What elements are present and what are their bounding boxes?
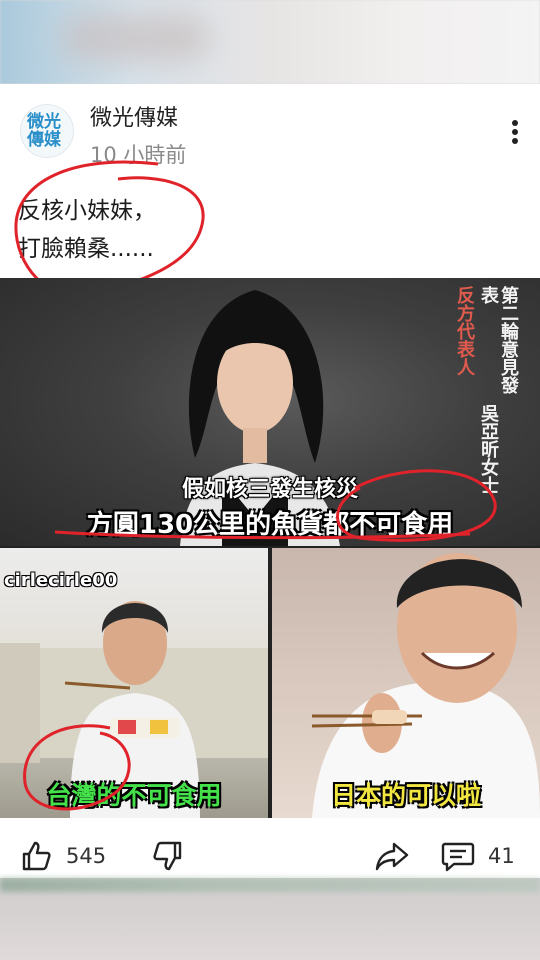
round-label: 第二輪意見發表 bbox=[478, 286, 519, 394]
post-text: 反核小妹妹， 打臉賴桑...... bbox=[18, 192, 156, 268]
post-actions-bar: 545 41 bbox=[0, 834, 540, 878]
share-icon bbox=[375, 842, 409, 871]
post-timestamp: 10 小時前 bbox=[90, 143, 187, 167]
like-count: 545 bbox=[66, 844, 107, 868]
background-blur-bottom bbox=[0, 878, 540, 960]
caption-right: 日本的可以啦 bbox=[330, 781, 481, 810]
dislike-button[interactable] bbox=[152, 840, 184, 876]
share-button[interactable] bbox=[374, 840, 410, 876]
author-name[interactable]: 微光傳媒 bbox=[90, 100, 178, 132]
thumbs-up-icon bbox=[22, 841, 51, 871]
more-options-icon[interactable] bbox=[508, 120, 522, 148]
comment-count: 41 bbox=[488, 844, 515, 868]
speaker-role-label: 反方代表人 bbox=[454, 286, 475, 376]
like-button[interactable] bbox=[20, 840, 52, 876]
comment-icon bbox=[441, 842, 475, 872]
background-blur-top bbox=[0, 0, 540, 84]
post-text-line-1: 反核小妹妹， bbox=[18, 198, 156, 224]
post-card: 微光 傳媒 微光傳媒 10 小時前 反核小妹妹， 打臉賴桑...... 反方代表… bbox=[0, 84, 540, 878]
avatar-text-1: 微光 bbox=[27, 112, 61, 132]
caption-left: 台灣的不可食用 bbox=[46, 781, 222, 810]
avatar[interactable]: 微光 傳媒 bbox=[20, 104, 74, 158]
thumbs-down-icon bbox=[153, 841, 182, 871]
video-watermark: cirlecirle00 bbox=[4, 570, 118, 591]
post-text-line-2: 打臉賴桑...... bbox=[18, 236, 154, 262]
video-subtitle-1: 假如核三發生核災 bbox=[181, 477, 358, 502]
video-subtitle-2: 方圓130公里的魚貨都不可食用 bbox=[86, 510, 454, 540]
video-media[interactable]: 反方代表人 第二輪意見發表 吳亞昕女士 假如核三發生核災 方圓130公里的魚貨都… bbox=[0, 278, 540, 818]
comment-button[interactable] bbox=[440, 840, 476, 878]
avatar-text-2: 傳媒 bbox=[27, 130, 61, 150]
